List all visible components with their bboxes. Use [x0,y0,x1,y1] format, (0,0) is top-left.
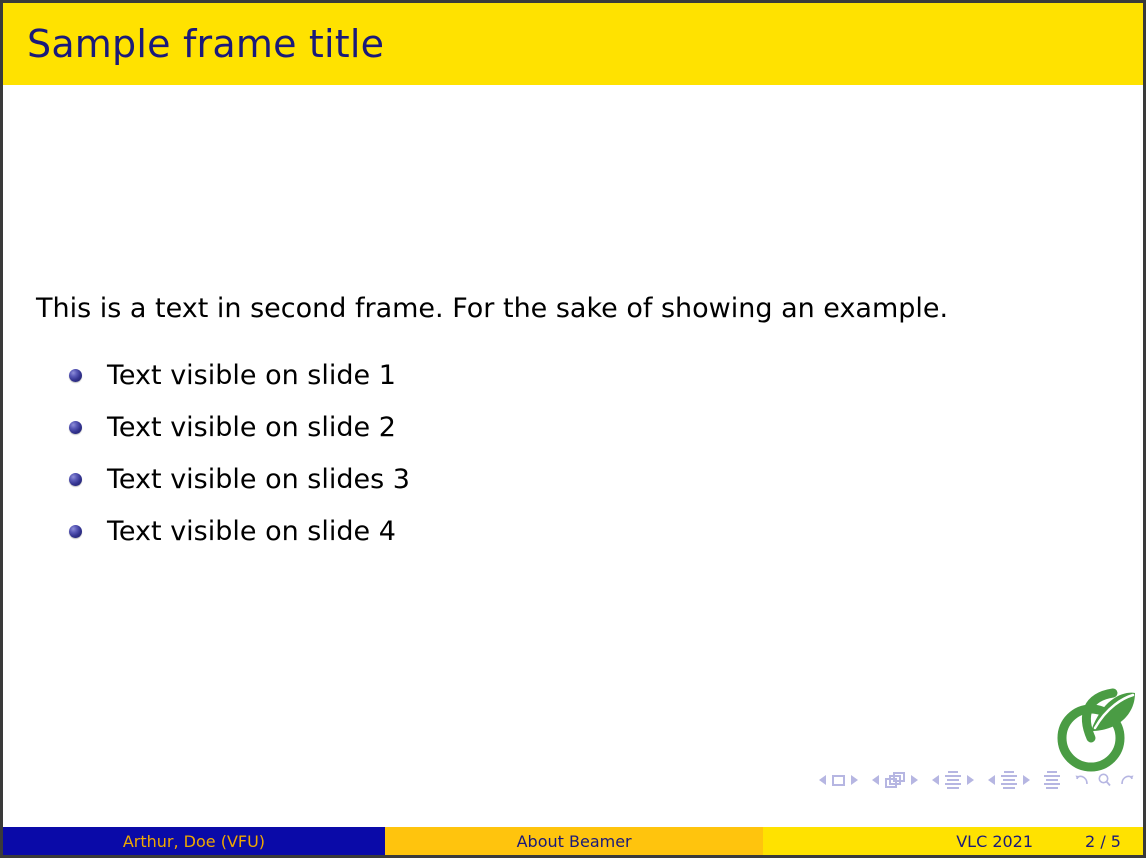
bullet-sphere-icon [69,524,82,538]
triangle-left-icon[interactable] [988,775,995,785]
footer-page-number: 2 / 5 [1085,831,1121,851]
beamer-slide: Sample frame title This is a text in sec… [0,0,1146,858]
bullet-sphere-icon [69,472,82,486]
bullet-sphere-icon [69,420,82,434]
section-navigation-group[interactable] [988,771,1030,789]
navigation-symbols[interactable] [819,771,1135,789]
triangle-right-icon[interactable] [967,775,974,785]
presentation-lines-icon[interactable] [1044,771,1060,789]
list-item: Text visible on slide 1 [69,349,410,401]
footer-event: VLC 2021 [956,831,1034,851]
undo-arrow-icon[interactable] [1074,772,1091,788]
footer-author: Arthur, Doe (VFU) [3,827,385,855]
magnifier-icon[interactable] [1097,772,1112,788]
triangle-right-icon[interactable] [851,775,858,785]
green-fruit-leaf-logo [1051,681,1137,773]
bullet-sphere-icon [69,368,82,382]
footer-bar: Arthur, Doe (VFU) About Beamer VLC 2021 … [3,827,1143,855]
frame-title-bar: Sample frame title [3,3,1143,85]
document-navigation-group[interactable] [1074,772,1135,788]
section-lines-icon[interactable] [1001,771,1017,789]
subsection-lines-icon[interactable] [945,771,961,789]
triangle-right-icon[interactable] [911,775,918,785]
redo-arrow-icon[interactable] [1118,772,1135,788]
triangle-left-icon[interactable] [872,775,879,785]
slide-body: This is a text in second frame. For the … [3,85,1143,825]
lead-paragraph: This is a text in second frame. For the … [36,293,949,324]
footer-info: VLC 2021 2 / 5 [763,827,1143,855]
footer-short-title: About Beamer [384,827,764,855]
subsection-navigation-group[interactable] [932,771,974,789]
presentation-navigation-group[interactable] [1044,771,1060,789]
list-item: Text visible on slides 3 [69,453,410,505]
list-item: Text visible on slide 2 [69,401,410,453]
list-item-label: Text visible on slide 1 [107,359,396,391]
list-item-label: Text visible on slide 4 [107,515,396,547]
list-item-label: Text visible on slides 3 [107,463,410,495]
bullet-list: Text visible on slide 1 Text visible on … [69,349,410,557]
frame-navigation-group[interactable] [872,772,918,788]
triangle-left-icon[interactable] [819,775,826,785]
frame-title: Sample frame title [27,22,385,66]
list-item-label: Text visible on slide 2 [107,411,396,443]
triangle-left-icon[interactable] [932,775,939,785]
triangle-right-icon[interactable] [1023,775,1030,785]
slide-navigation-group[interactable] [819,774,858,786]
slide-square-icon[interactable] [832,774,845,786]
list-item: Text visible on slide 4 [69,505,410,557]
frame-stack-icon[interactable] [885,772,905,788]
